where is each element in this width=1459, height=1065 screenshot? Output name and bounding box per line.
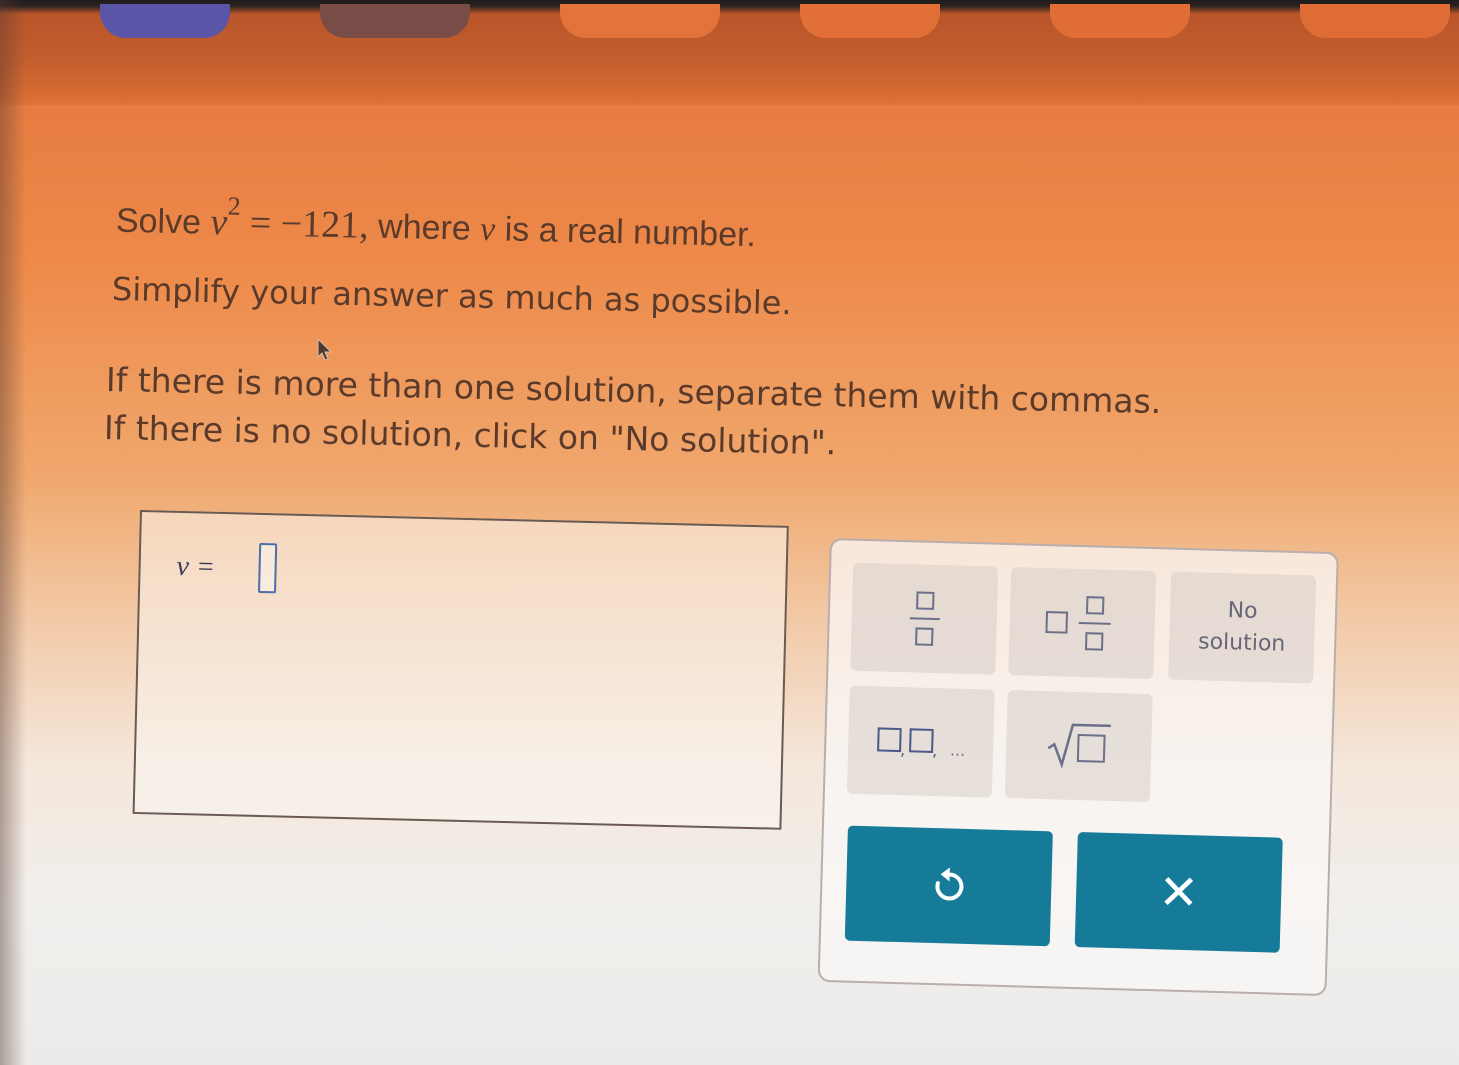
list-button[interactable]: , , ... bbox=[846, 685, 995, 798]
condition-prefix: where bbox=[377, 207, 472, 248]
tab-chip[interactable] bbox=[1050, 4, 1190, 38]
clear-button[interactable]: ✕ bbox=[1074, 832, 1283, 953]
list-ellipsis: ... bbox=[949, 739, 966, 760]
tab-chip[interactable] bbox=[320, 4, 470, 38]
equation-exponent: 2 bbox=[227, 191, 242, 221]
tab-chip[interactable] bbox=[800, 4, 940, 38]
mouse-cursor-icon bbox=[317, 338, 333, 361]
square-root-icon bbox=[1047, 723, 1111, 769]
no-solution-label: No solution bbox=[1197, 598, 1286, 657]
equation-rhs: = −121, bbox=[249, 201, 370, 247]
equation-variable: v bbox=[209, 200, 228, 244]
square-root-button[interactable] bbox=[1004, 690, 1153, 803]
svg-text:,: , bbox=[900, 740, 906, 759]
question-line-simplify: Simplify your answer as much as possible… bbox=[111, 270, 792, 323]
tab-chip[interactable] bbox=[100, 4, 230, 38]
question-line-equation: Solve v2 = −121, where v is a real numbe… bbox=[115, 192, 757, 256]
fraction-button[interactable] bbox=[850, 562, 999, 675]
answer-area[interactable]: v = bbox=[132, 510, 789, 830]
mixed-number-button[interactable] bbox=[1008, 567, 1157, 680]
undo-button[interactable] bbox=[844, 825, 1053, 947]
solve-word: Solve bbox=[115, 201, 202, 242]
condition-variable: v bbox=[479, 210, 496, 249]
svg-text:,: , bbox=[932, 741, 938, 760]
clear-icon: ✕ bbox=[1157, 863, 1200, 921]
answer-input[interactable] bbox=[258, 542, 278, 594]
tab-chip[interactable] bbox=[1300, 4, 1450, 38]
answer-label: v = bbox=[176, 550, 216, 583]
condition-suffix: is a real number. bbox=[504, 210, 757, 255]
screen-edge-shadow bbox=[0, 0, 26, 1065]
equation: v2 = −121, bbox=[209, 192, 379, 247]
mixed-number-icon bbox=[1044, 596, 1111, 651]
fraction-icon bbox=[909, 591, 940, 646]
no-solution-button[interactable]: No solution bbox=[1168, 571, 1317, 684]
browser-tab-strip bbox=[0, 0, 1459, 105]
math-keypad: No solution , , ... ✕ bbox=[817, 538, 1339, 997]
undo-icon bbox=[934, 866, 963, 900]
tab-chip[interactable] bbox=[560, 4, 720, 38]
question-line-no-solution: If there is no solution, click on "No so… bbox=[103, 408, 837, 463]
